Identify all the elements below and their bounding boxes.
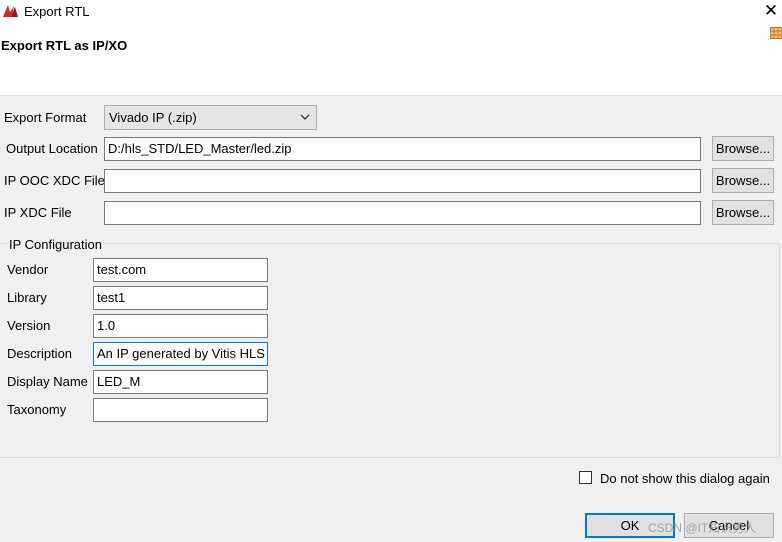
watermark: CSDN @IT知识男人: [648, 521, 757, 535]
ip-configuration-title: IP Configuration: [7, 237, 104, 252]
ip-ooc-xdc-label: IP OOC XDC File: [4, 173, 105, 188]
output-location-label: Output Location: [6, 141, 98, 156]
grid-icon: [770, 27, 782, 39]
taxonomy-field[interactable]: [93, 398, 268, 422]
output-location-browse-button[interactable]: Browse...: [712, 136, 774, 161]
chevron-down-icon: [300, 110, 310, 124]
description-label: Description: [7, 346, 73, 361]
vendor-field[interactable]: test.com: [93, 258, 268, 282]
taxonomy-label: Taxonomy: [7, 402, 67, 417]
title-bar: Export RTL ✕: [0, 0, 782, 24]
library-label: Library: [7, 290, 47, 305]
version-field[interactable]: 1.0: [93, 314, 268, 338]
library-field[interactable]: test1: [93, 286, 268, 310]
vitis-logo-icon: [2, 3, 20, 19]
ip-xdc-field[interactable]: [104, 201, 701, 225]
ip-xdc-browse-button[interactable]: Browse...: [712, 200, 774, 225]
dont-show-again-checkbox[interactable]: [579, 471, 592, 484]
vendor-label: Vendor: [7, 262, 49, 277]
description-field[interactable]: An IP generated by Vitis HLS: [93, 342, 268, 366]
dialog-header: Export RTL as IP/XO: [0, 24, 782, 96]
ip-ooc-xdc-field[interactable]: [104, 169, 701, 193]
display-name-label: Display Name: [7, 374, 88, 389]
version-label: Version: [7, 318, 51, 333]
ip-ooc-xdc-browse-button[interactable]: Browse...: [712, 168, 774, 193]
dialog-title: Export RTL as IP/XO: [1, 38, 128, 53]
dont-show-again-label[interactable]: Do not show this dialog again: [600, 471, 770, 486]
export-format-select[interactable]: Vivado IP (.zip): [104, 105, 317, 130]
export-format-value: Vivado IP (.zip): [109, 110, 197, 125]
export-format-label: Export Format: [4, 110, 87, 125]
display-name-field[interactable]: LED_M: [93, 370, 268, 394]
close-icon[interactable]: ✕: [760, 0, 782, 22]
output-location-field[interactable]: D:/hls_STD/LED_Master/led.zip: [104, 137, 701, 161]
window-title: Export RTL: [24, 4, 90, 19]
ip-xdc-label: IP XDC File: [4, 205, 72, 220]
